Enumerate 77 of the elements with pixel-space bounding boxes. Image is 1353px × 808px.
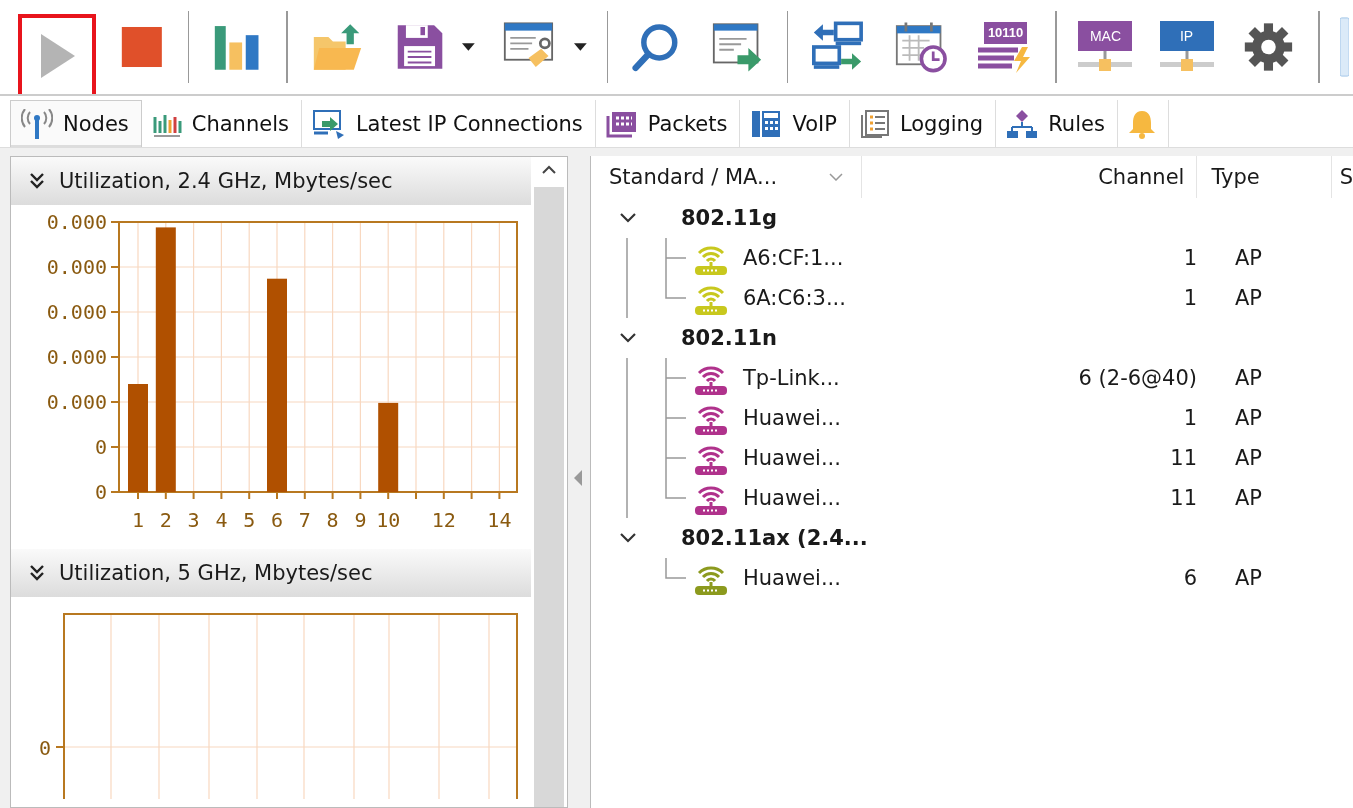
table-cell-text: Huawei... [743,566,842,590]
tree-group-label[interactable]: 802.11g [681,206,778,230]
table-cell-text: 6 [1182,566,1197,590]
table-cell-text: AP [1234,246,1263,270]
sort-caret-icon [828,173,843,181]
hierarchy-icon [1006,108,1039,139]
axis-label: 6 [271,508,283,532]
table-cell-text: Huawei... [743,486,842,510]
expand-chevron-icon[interactable] [619,532,637,544]
axis-label: 10 [376,508,401,532]
tab[interactable]: Nodes [10,100,142,147]
log-list-icon [859,108,890,139]
column-header[interactable]: S [1331,156,1353,198]
axis-label: 8 [326,508,339,532]
table-cell-text: A6:CF:1... [743,246,845,270]
collapse-icon [29,172,45,190]
table-cell-text: AP [1234,446,1263,470]
axis-label: 7 [298,508,311,532]
toolbar-button[interactable]: MAC [1072,7,1138,87]
axis-label: 0.000 [46,345,107,369]
caret-icon [573,43,587,51]
table-cell-text: AP [1234,406,1263,430]
axis-label: 0.000 [46,390,107,414]
table-cell-text: 1 [1182,286,1197,310]
table-cell-text: Huawei... [743,446,842,470]
antenna-icon [21,109,53,139]
table-cell-text: 1 [1182,406,1197,430]
axis-label: 0 [38,736,51,760]
axis-label: 1 [132,508,144,532]
table-cell-text: 6A:C6:3... [743,286,847,310]
table-cell-text: AP [1234,286,1263,310]
tree-group-label[interactable]: 802.11ax (2.4... [681,526,868,550]
table-cell-text: AP [1234,366,1263,390]
export-document-icon [711,20,763,74]
tree-line [665,558,687,579]
column-header[interactable]: Standard / MA... [591,156,862,198]
table-cell-text: AP [1234,486,1263,510]
calculator-icon [750,108,783,139]
axis-label: 4 [215,508,228,532]
axis-label: 14 [487,508,512,532]
axis-label: 0.000 [46,210,107,234]
column-header[interactable]: Channel [861,156,1198,198]
axis-label: 5 [243,508,256,532]
table-cell-text: 11 [1169,446,1197,470]
monitor-arrow-icon [311,108,346,139]
axis-label: 9 [354,508,367,532]
toolbar-button[interactable]: IP [1154,7,1220,87]
table-cell-text: AP [1234,566,1263,590]
axis-label: 0.000 [46,255,107,279]
caret-icon [462,43,476,51]
scroll-thumb[interactable] [534,187,564,807]
column-header[interactable]: Type [1197,156,1332,198]
toolbar-button[interactable]: 10110 [972,7,1040,87]
axis-label: 0.000 [46,300,107,324]
collapse-icon [29,564,45,582]
axis-label: 2 [159,508,172,532]
table-cell-text: 11 [1169,486,1197,510]
axis-label: 3 [187,508,200,532]
tree-line [665,398,687,438]
panel-title: Utilization, 2.4 GHz, Mbytes/sec [59,169,393,193]
bell-icon [1127,108,1156,139]
expand-chevron-icon[interactable] [619,212,637,224]
table-cell-text: 1 [1182,246,1197,270]
packets-icon [605,109,638,138]
axis-label: 0 [94,480,107,504]
panel-title: Utilization, 5 GHz, Mbytes/sec [59,561,373,585]
expand-chevron-icon[interactable] [619,332,637,344]
axis-label: 0 [94,435,107,459]
tree-group-label[interactable]: 802.11n [681,326,777,350]
scroll-up-icon [541,165,557,175]
tree-line [665,358,687,398]
axis-label: 12 [431,508,456,532]
table-cell-text: 6 (2-6@40) [1077,366,1197,390]
collapse-left-icon [574,470,584,486]
toolbar-icon [1339,15,1349,79]
table-cell-text: Huawei... [743,406,842,430]
table-cell-text: Tp-Link... [743,366,841,390]
